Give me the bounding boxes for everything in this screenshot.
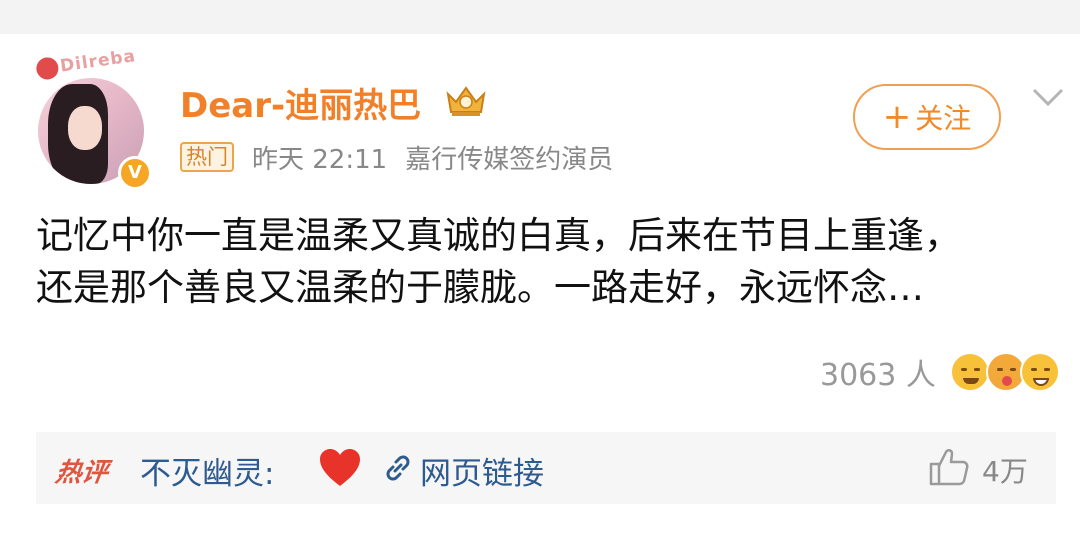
follow-button[interactable]: + 关注 — [853, 84, 1001, 150]
smile-icon — [949, 352, 990, 392]
username[interactable]: Dear-迪丽热巴 — [180, 78, 421, 127]
heart-icon — [320, 449, 360, 486]
comment-author[interactable]: 不灭幽灵: — [140, 448, 274, 493]
thumbs-up-icon[interactable] — [928, 446, 970, 488]
post-text-line: 记忆中你一直是温柔又真诚的白真，后来在节目上重逢， — [36, 214, 961, 257]
avatar[interactable]: Dilreba V — [30, 46, 154, 190]
user-description: 嘉行传媒签约演员 — [405, 144, 614, 175]
follow-label: 关注 — [915, 102, 972, 135]
post-meta: 热门 昨天 22:11 嘉行传媒签约演员 — [180, 140, 631, 175]
avatar-deco-text: Dilreba — [58, 46, 138, 77]
reaction-count: 3063 人 — [820, 358, 936, 393]
reaction-emojis — [949, 352, 1060, 392]
hot-comment-label: 热评 — [53, 458, 110, 488]
reactions[interactable]: 3063 人 — [820, 350, 1060, 394]
post-text-line: 还是那个善良又温柔的于朦胧。一路走好，永远怀念… — [36, 266, 924, 309]
hot-tag: 热门 — [180, 142, 234, 172]
grin-icon — [1019, 352, 1060, 392]
bear-icon — [34, 56, 60, 81]
weibo-post-card: Dilreba V Dear-迪丽热巴 热门 昨天 22:11 嘉行传媒签约演员… — [0, 0, 1080, 544]
top-divider — [0, 0, 1080, 34]
chevron-down-icon[interactable] — [1030, 86, 1066, 108]
link-icon — [386, 455, 410, 481]
post-text: 记忆中你一直是温柔又真诚的白真，后来在节目上重逢， 还是那个善良又温柔的于朦胧。… — [36, 210, 1056, 314]
verified-badge-icon: V — [118, 156, 152, 190]
post-time: 昨天 22:11 — [252, 144, 388, 175]
like-count: 4万 — [982, 455, 1028, 488]
web-link[interactable]: 网页链接 — [420, 448, 544, 493]
crown-icon — [446, 86, 486, 116]
avatar-decoration: Dilreba — [34, 45, 138, 81]
hot-comment-bar[interactable]: 热评 不灭幽灵: 网页链接 4万 — [36, 432, 1056, 504]
plus-icon: + — [882, 97, 912, 137]
